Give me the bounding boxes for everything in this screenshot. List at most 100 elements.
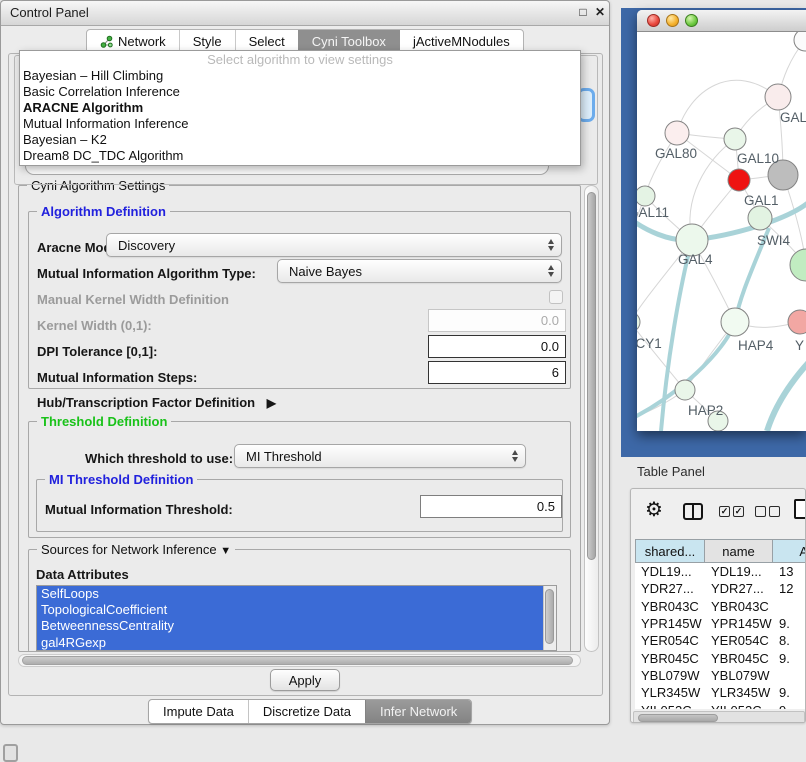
settings-vertical-scrollbar[interactable] [584, 185, 599, 652]
minimize-traffic-light-icon[interactable] [666, 14, 679, 27]
checked-checkboxes-icon[interactable]: ✓ ✓ [719, 506, 744, 517]
table-cell: YLR345W [705, 685, 773, 700]
network-node[interactable] [794, 32, 806, 51]
table-row[interactable]: YPR145WYPR145W9. [635, 615, 806, 632]
algorithm-option-mutual-information-inference[interactable]: Mutual Information Inference [20, 116, 580, 132]
scrollbar-thumb[interactable] [638, 714, 718, 722]
apply-button[interactable]: Apply [270, 669, 340, 691]
mi-steps-label: Mutual Information Steps: [37, 370, 197, 385]
scrollbar-thumb[interactable] [22, 656, 573, 665]
table-cell: 9. [773, 651, 806, 666]
attribute-item-betweennesscentrality[interactable]: BetweennessCentrality [37, 618, 543, 634]
table-row[interactable]: YDR27...YDR27...12 [635, 580, 806, 597]
scrollbar-thumb[interactable] [587, 192, 596, 560]
table-row[interactable]: YLR345WYLR345W9. [635, 684, 806, 701]
columns-icon[interactable] [683, 503, 703, 520]
algorithm-option-basic-correlation-inference[interactable]: Basic Correlation Inference [20, 84, 580, 100]
column-header-shared[interactable]: shared... [635, 539, 705, 563]
attribute-item-gal4rgexp[interactable]: gal4RGexp [37, 635, 543, 651]
spinner-arrows-icon [548, 265, 554, 277]
zoom-traffic-light-icon[interactable] [685, 14, 698, 27]
network-window[interactable]: GALGAL80GAL10GAL1GAL11SWI4GAL4GCY1HAP4YH… [637, 10, 806, 431]
which-threshold-value: MI Threshold [235, 449, 322, 464]
table-cell: 12 [773, 581, 806, 596]
table-cell: YER054C [635, 633, 705, 648]
list-vertical-scrollbar[interactable] [543, 586, 556, 650]
control-panel-titlebar[interactable]: Control Panel □ ✕ [1, 1, 609, 26]
bottom-tab-impute-data[interactable]: Impute Data [149, 700, 248, 723]
network-desktop-background: GALGAL80GAL10GAL1GAL11SWI4GAL4GCY1HAP4YH… [621, 8, 806, 457]
bottom-tab-discretize-data[interactable]: Discretize Data [248, 700, 365, 723]
float-window-icon[interactable]: □ [575, 4, 591, 20]
hub-definition-label: Hub/Transcription Factor Definition [37, 395, 255, 410]
gear-icon[interactable]: ⚙ [645, 497, 663, 523]
table-row[interactable]: YBL079WYBL079W [635, 667, 806, 684]
kernel-width-field[interactable] [428, 309, 566, 332]
unchecked-checkboxes-icon[interactable] [755, 506, 780, 517]
attribute-item-selfloops[interactable]: SelfLoops [37, 586, 543, 602]
network-node[interactable] [748, 206, 772, 230]
table-row[interactable]: YBR045CYBR045C9. [635, 649, 806, 666]
table-row[interactable]: YIL052CYIL052C9. [635, 701, 806, 709]
network-node[interactable] [765, 84, 791, 110]
manual-kernel-checkbox[interactable] [549, 290, 563, 304]
column-header-clipped[interactable]: A [773, 539, 806, 563]
column-header-name[interactable]: name [705, 539, 773, 563]
network-node[interactable] [675, 380, 695, 400]
collapsed-panel-icon[interactable] [3, 744, 18, 762]
network-node[interactable] [637, 186, 655, 206]
collapse-arrow-icon[interactable]: ▼ [220, 545, 231, 557]
algorithm-option-bayesian-k2[interactable]: Bayesian – K2 [20, 132, 580, 148]
sources-legend[interactable]: Sources for Network Inference ▼ [37, 542, 235, 557]
table-cell: 13 [773, 564, 806, 579]
mi-type-select[interactable]: Naive Bayes [277, 259, 562, 283]
network-window-titlebar[interactable] [637, 10, 806, 32]
table-cell: YBR045C [635, 651, 705, 666]
network-node[interactable] [728, 169, 750, 191]
mi-steps-field[interactable] [428, 361, 566, 384]
document-icon[interactable] [794, 499, 806, 519]
data-attributes-label: Data Attributes [36, 567, 129, 582]
algorithm-option-aracne-algorithm[interactable]: ARACNE Algorithm [20, 100, 580, 116]
node-label-gal10: GAL10 [737, 151, 779, 166]
attribute-items: SelfLoopsTopologicalCoefficientBetweenne… [37, 586, 556, 651]
expand-arrow-icon[interactable]: ▶ [267, 396, 276, 410]
hub-definition-toggle[interactable]: Hub/Transcription Factor Definition ▶ [37, 395, 276, 410]
table-cell: YIL052C [635, 703, 705, 709]
unchecked-box-icon [769, 506, 780, 517]
scrollbar-thumb[interactable] [545, 589, 554, 644]
mi-type-label: Mutual Information Algorithm Type: [37, 266, 256, 281]
network-node[interactable] [724, 128, 746, 150]
node-label-gal1: GAL1 [744, 193, 779, 208]
table-cell: YIL052C [705, 703, 773, 709]
settings-horizontal-scrollbar[interactable] [18, 654, 581, 667]
network-canvas[interactable]: GALGAL80GAL10GAL1GAL11SWI4GAL4GCY1HAP4YH… [637, 32, 806, 431]
table-row[interactable]: YER054CYER054C8. [635, 632, 806, 649]
table-horizontal-scrollbar[interactable] [633, 711, 805, 723]
screen: { "control_panel": { "title": "Control P… [0, 0, 806, 762]
table-body: YDL19...YDL19...13YDR27...YDR27...12YBR0… [635, 563, 806, 709]
network-node[interactable] [665, 121, 689, 145]
mi-threshold-label: Mutual Information Threshold: [45, 502, 233, 517]
close-window-icon[interactable]: ✕ [592, 4, 608, 20]
attribute-item-topologicalcoefficient[interactable]: TopologicalCoefficient [37, 602, 543, 618]
dpi-tolerance-field[interactable] [428, 335, 566, 358]
table-row[interactable]: YDL19...YDL19...13 [635, 563, 806, 580]
algorithm-option-dream8-dc-tdc-algorithm[interactable]: Dream8 DC_TDC Algorithm [20, 148, 580, 164]
network-node[interactable] [721, 308, 749, 336]
close-traffic-light-icon[interactable] [647, 14, 660, 27]
bottom-tab-infer-network[interactable]: Infer Network [365, 700, 471, 723]
cyni-bottom-tabs: Impute DataDiscretize DataInfer Network [148, 699, 472, 724]
which-threshold-select[interactable]: MI Threshold [234, 444, 526, 468]
threshold-definition-legend: Threshold Definition [37, 414, 171, 429]
aracne-mode-select[interactable]: Discovery [106, 233, 562, 257]
algorithm-option-bayesian-hill-climbing[interactable]: Bayesian – Hill Climbing [20, 68, 580, 84]
network-node[interactable] [790, 249, 806, 281]
mi-threshold-field[interactable] [420, 495, 562, 518]
network-node[interactable] [788, 310, 806, 334]
node-label-gal11: GAL11 [637, 205, 669, 220]
network-node[interactable] [637, 312, 640, 332]
table-row[interactable]: YBR043CYBR043C [635, 598, 806, 615]
kernel-width-label: Kernel Width (0,1): [37, 318, 152, 333]
node-label-y: Y [795, 338, 804, 353]
